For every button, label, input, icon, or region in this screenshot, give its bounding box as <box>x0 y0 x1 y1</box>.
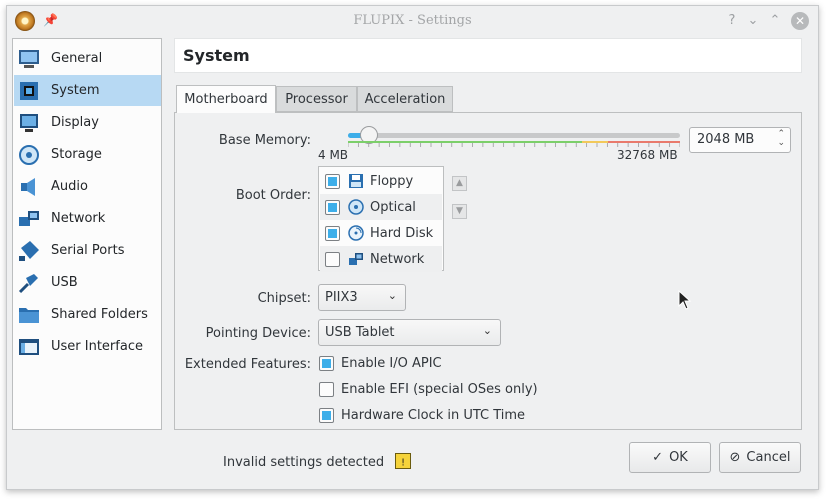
memory-max-label: 32768 MB <box>617 148 678 162</box>
memory-slider-track[interactable] <box>348 133 680 138</box>
sidebar-item-label: Shared Folders <box>51 307 148 322</box>
efi-checkbox[interactable] <box>319 382 334 397</box>
sidebar-item-label: Audio <box>51 179 88 194</box>
help-icon[interactable]: ? <box>723 12 741 30</box>
sidebar-item-network[interactable]: Network <box>14 203 161 234</box>
window-icon <box>19 338 39 355</box>
pointing-device-value: USB Tablet <box>325 325 395 340</box>
base-memory-label: Base Memory: <box>218 133 311 148</box>
sidebar-item-usb[interactable]: USB <box>14 267 161 298</box>
invalid-settings-text: Invalid settings detected <box>223 455 385 470</box>
boot-item-network[interactable]: Network <box>320 246 442 272</box>
feature-label: Enable EFI (special OSes only) <box>341 382 538 397</box>
tab-acceleration[interactable]: Acceleration <box>357 86 453 112</box>
pointing-device-select[interactable]: USB Tablet ⌄ <box>318 319 501 346</box>
boot-order-label: Boot Order: <box>235 188 311 203</box>
sidebar-item-storage[interactable]: Storage <box>14 139 161 170</box>
tab-processor[interactable]: Processor <box>276 86 357 112</box>
boot-checkbox[interactable] <box>325 251 340 267</box>
svg-text:!: ! <box>401 457 405 468</box>
feature-label: Hardware Clock in UTC Time <box>341 408 526 423</box>
boot-item-floppy[interactable]: Floppy <box>320 168 442 194</box>
memory-spinbox[interactable]: 2048 MB ⌃ ⌄ <box>689 127 791 153</box>
folder-icon <box>19 307 39 323</box>
move-down-icon[interactable]: ▼ <box>452 204 467 219</box>
ok-label: OK <box>669 450 688 465</box>
disk-icon <box>19 144 39 165</box>
sidebar-item-serial-ports[interactable]: Serial Ports <box>14 235 161 266</box>
chevron-down-icon: ⌄ <box>387 289 397 302</box>
page-header: System <box>174 38 802 73</box>
sidebar-item-user-interface[interactable]: User Interface <box>14 331 161 362</box>
sidebar-item-label: Serial Ports <box>51 243 125 258</box>
sidebar-item-label: Display <box>51 115 99 130</box>
serial-icon <box>19 240 39 261</box>
boot-item-hard-disk[interactable]: Hard Disk <box>320 220 442 246</box>
boot-item-optical[interactable]: Optical <box>320 194 442 220</box>
sidebar-item-label: System <box>51 83 100 98</box>
hard-disk-icon <box>348 225 364 241</box>
mouse-cursor-icon <box>678 290 692 310</box>
utc-clock-checkbox[interactable] <box>319 408 334 423</box>
network-icon <box>349 253 363 265</box>
page-title: System <box>183 46 250 65</box>
sidebar-item-label: Network <box>51 211 106 226</box>
spin-arrows-icon[interactable]: ⌃ ⌄ <box>777 130 785 148</box>
sidebar-item-label: Storage <box>51 147 102 162</box>
title-bar[interactable]: 📌 FLUPIX - Settings ? ⌄ ⌃ ✕ <box>7 6 818 36</box>
feature-io-apic[interactable]: Enable I/O APIC <box>319 356 442 371</box>
boot-checkbox[interactable] <box>325 173 340 189</box>
window-title: FLUPIX - Settings <box>353 13 472 28</box>
sidebar-item-general[interactable]: General <box>14 43 161 74</box>
close-icon[interactable]: ✕ <box>791 12 809 30</box>
warning-icon[interactable]: ! <box>395 453 411 469</box>
move-up-icon[interactable]: ▲ <box>452 176 467 191</box>
usb-icon <box>18 273 38 293</box>
floppy-icon <box>349 174 363 188</box>
display-icon <box>20 113 38 132</box>
memory-slider-ticks <box>348 141 680 147</box>
memory-min-label: 4 MB <box>318 148 349 162</box>
chipset-select[interactable]: PIIX3 ⌄ <box>318 284 406 311</box>
feature-utc-clock[interactable]: Hardware Clock in UTC Time <box>319 408 525 423</box>
speaker-icon <box>21 177 35 196</box>
sidebar-item-label: USB <box>51 275 78 290</box>
sidebar-item-audio[interactable]: Audio <box>14 171 161 202</box>
ok-button[interactable]: ✓ OK <box>629 442 711 473</box>
boot-item-label: Hard Disk <box>370 225 434 241</box>
cancel-label: Cancel <box>746 450 791 465</box>
optical-disc-icon <box>348 199 364 215</box>
io-apic-checkbox[interactable] <box>319 356 334 371</box>
boot-item-label: Floppy <box>370 173 414 189</box>
chevron-down-icon: ⌄ <box>482 324 492 337</box>
maximize-icon[interactable]: ⌃ <box>766 12 784 30</box>
tab-motherboard[interactable]: Motherboard <box>176 85 276 113</box>
memory-value: 2048 MB <box>697 132 755 147</box>
network-icon <box>19 210 39 226</box>
boot-checkbox[interactable] <box>325 199 340 215</box>
settings-sidebar: General System Display Storage Audio Net… <box>12 38 162 430</box>
minimize-icon[interactable]: ⌄ <box>744 12 762 30</box>
chip-icon <box>20 81 38 100</box>
cancel-button[interactable]: ⊘ Cancel <box>719 442 801 473</box>
chipset-value: PIIX3 <box>325 290 358 305</box>
pointing-device-label: Pointing Device: <box>205 326 311 341</box>
monitor-icon <box>19 49 39 68</box>
sidebar-item-system[interactable]: System <box>14 75 161 106</box>
feature-label: Enable I/O APIC <box>341 356 442 371</box>
boot-checkbox[interactable] <box>325 225 340 241</box>
boot-item-label: Optical <box>370 199 416 215</box>
checkmark-icon: ✓ <box>652 450 664 465</box>
sidebar-item-label: General <box>51 51 103 66</box>
boot-order-list: Floppy Optical Hard Disk Network <box>318 166 444 272</box>
feature-efi[interactable]: Enable EFI (special OSes only) <box>319 382 538 397</box>
sidebar-item-display[interactable]: Display <box>14 107 161 138</box>
extended-features-label: Extended Features: <box>184 357 311 372</box>
cancel-icon: ⊘ <box>729 450 741 465</box>
boot-item-label: Network <box>370 251 425 267</box>
chipset-label: Chipset: <box>257 291 311 306</box>
sidebar-item-label: User Interface <box>51 339 143 354</box>
sidebar-item-shared-folders[interactable]: Shared Folders <box>14 299 161 330</box>
